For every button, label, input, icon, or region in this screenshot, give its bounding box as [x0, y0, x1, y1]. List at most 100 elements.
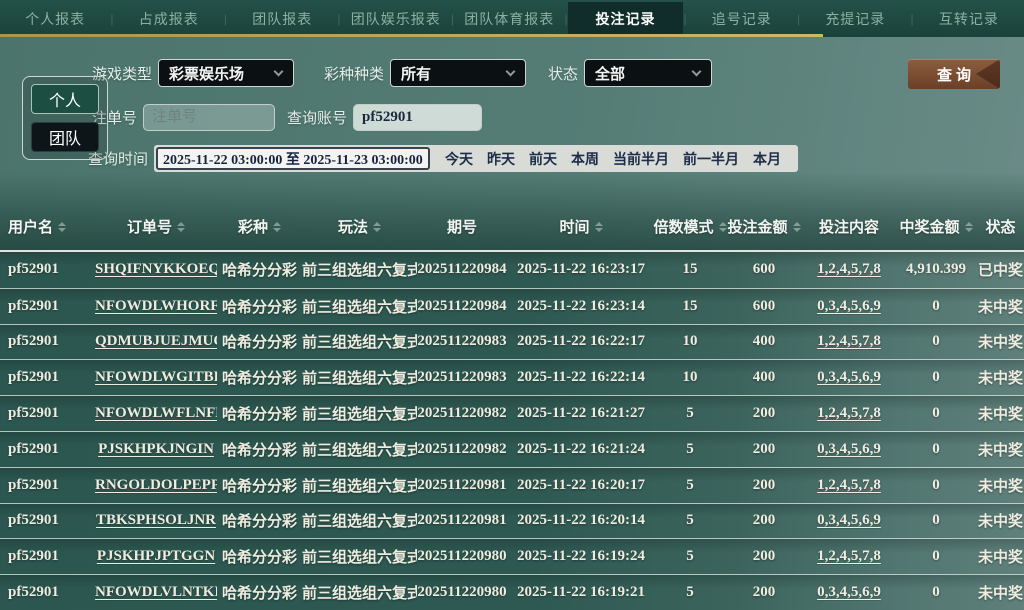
bet-content-link[interactable]: 0,3,4,5,6,9: [803, 512, 895, 529]
bet-content-link[interactable]: 0,3,4,5,6,9: [803, 369, 895, 386]
bet-content-link[interactable]: 1,2,4,5,7,8: [803, 261, 895, 278]
quick-range-button[interactable]: 昨天: [480, 149, 522, 169]
multiplier-cell: 10: [682, 333, 698, 350]
multiplier-cell: 5: [686, 405, 694, 422]
nav-tab[interactable]: 互转记录: [914, 2, 1024, 36]
win-amount-cell: 0: [932, 405, 940, 422]
filter-row-time: 查询时间 今天昨天前天本周当前半月前一半月本月: [0, 145, 1024, 172]
quick-range-button[interactable]: 当前半月: [606, 149, 676, 169]
status-select[interactable]: 全部: [584, 59, 713, 87]
nav-tab[interactable]: 追号记录: [687, 2, 797, 36]
sort-icon[interactable]: [273, 221, 281, 232]
column-label: 玩法: [337, 219, 368, 236]
column-header[interactable]: 中奖金额: [895, 216, 977, 237]
order-link[interactable]: NFOWDLWGITBL: [95, 369, 217, 386]
column-header[interactable]: 倍数模式: [654, 216, 727, 237]
bet-content-link[interactable]: 1,2,4,5,7,8: [803, 333, 895, 350]
column-header[interactable]: 投注内容: [803, 216, 895, 237]
quick-range-button[interactable]: 今天: [438, 149, 480, 169]
scope-personal-button[interactable]: 个人: [31, 84, 99, 114]
date-range-input[interactable]: [156, 147, 431, 170]
lottery-cell: 哈希分分彩: [221, 263, 297, 280]
order-link[interactable]: QDMUBJUEJMUO: [95, 333, 217, 350]
order-link[interactable]: NFOWDLWHORFL: [95, 298, 217, 315]
column-header[interactable]: 投注金额: [725, 216, 803, 237]
status-cell: 已中奖: [977, 263, 1023, 280]
status-cell: 未中奖: [977, 550, 1023, 567]
order-link[interactable]: TBKSPHSOLJNR: [95, 512, 217, 529]
bet-amount-cell: 200: [752, 584, 776, 601]
search-button[interactable]: 查询: [908, 59, 1000, 89]
lottery-category-select[interactable]: 所有: [390, 59, 527, 87]
sort-icon[interactable]: [792, 221, 801, 232]
time-cell: 2025-11-22 16:21:24: [517, 440, 645, 457]
quick-range-button[interactable]: 本周: [564, 149, 606, 169]
play-cell: 前三组选组六复式: [302, 299, 417, 316]
issue-cell: 202511220982: [417, 405, 507, 422]
sort-icon[interactable]: [58, 221, 67, 232]
column-header[interactable]: 时间: [507, 216, 655, 237]
quick-range-button[interactable]: 前天: [522, 149, 564, 169]
multiplier-cell: 5: [686, 584, 694, 601]
bet-amount-cell: 200: [752, 548, 776, 565]
bet-content-link[interactable]: 0,3,4,5,6,9: [803, 298, 895, 315]
issue-cell: 202511220983: [417, 333, 507, 350]
filter-panel: 个人 团队 游戏类型 彩票娱乐场 彩种种类 所有 状态 全部 注单号 查询账号: [0, 37, 1024, 172]
status-cell: 未中奖: [977, 335, 1023, 352]
order-link[interactable]: PJSKHPKJNGIN: [95, 441, 217, 458]
bet-content-link[interactable]: 0,3,4,5,6,9: [803, 584, 895, 601]
bet-content-link[interactable]: 1,2,4,5,7,8: [803, 548, 895, 565]
status-cell: 未中奖: [977, 407, 1023, 424]
table-header-row: 用户名 订单号 彩种 玩法 期号 时间 倍数模式 投注金额 投注内容 中奖金额 状态: [0, 203, 1024, 250]
column-header[interactable]: 玩法: [302, 216, 417, 237]
user-cell: pf52901: [8, 476, 59, 493]
order-link[interactable]: SHQIFNYKKOEQ: [95, 261, 217, 278]
quick-range-button[interactable]: 本月: [746, 149, 788, 169]
lottery-cell: 哈希分分彩: [221, 478, 297, 495]
nav-tab[interactable]: 团队娱乐报表: [341, 2, 451, 36]
query-account-input[interactable]: [353, 104, 483, 131]
sort-icon[interactable]: [177, 221, 185, 232]
quick-range-button[interactable]: 前一半月: [676, 149, 746, 169]
multiplier-cell: 5: [686, 548, 694, 565]
win-amount-cell: 0: [932, 440, 940, 457]
bet-content-link[interactable]: 1,2,4,5,7,8: [803, 405, 895, 422]
game-type-select[interactable]: 彩票娱乐场: [158, 59, 295, 87]
order-link[interactable]: PJSKHPJPTGGN: [95, 548, 217, 565]
column-header[interactable]: 状态: [977, 216, 1024, 237]
issue-cell: 202511220981: [417, 476, 507, 493]
nav-tab[interactable]: 投注记录: [567, 1, 684, 36]
column-header[interactable]: 用户名: [0, 216, 95, 237]
bet-content-link[interactable]: 1,2,4,5,7,8: [803, 477, 895, 494]
scope-team-button[interactable]: 团队: [31, 122, 99, 152]
time-cell: 2025-11-22 16:22:17: [517, 333, 645, 350]
play-cell: 前三组选组六复式: [302, 550, 417, 567]
time-cell: 2025-11-22 16:19:24: [517, 548, 645, 565]
bet-amount-cell: 400: [752, 369, 776, 386]
chevron-down-icon: [273, 66, 284, 77]
sort-icon[interactable]: [594, 221, 603, 232]
nav-tab[interactable]: 团队报表: [227, 2, 337, 36]
betting-records-page: 个人报表 | 占成报表 | 团队报表 | 团队娱乐报表 | 团队体育报表 | 投注记录 | 追号记录 | 充…: [0, 0, 1024, 610]
column-header[interactable]: 彩种: [217, 216, 302, 237]
win-amount-cell: 0: [932, 476, 940, 493]
lottery-cell: 哈希分分彩: [221, 550, 297, 567]
order-no-input[interactable]: [143, 104, 276, 131]
column-header[interactable]: 订单号: [95, 216, 217, 237]
bet-content-link[interactable]: 0,3,4,5,6,9: [803, 441, 895, 458]
order-link[interactable]: NFOWDLWFLNFL: [95, 405, 217, 422]
lottery-cell: 哈希分分彩: [221, 442, 297, 459]
nav-tab[interactable]: 个人报表: [0, 2, 110, 36]
status-cell: 未中奖: [977, 299, 1023, 316]
bet-amount-cell: 200: [752, 512, 776, 529]
nav-tab[interactable]: 团队体育报表: [454, 2, 564, 36]
sort-icon[interactable]: [964, 221, 973, 232]
sort-icon[interactable]: [373, 221, 381, 232]
nav-tab[interactable]: 充提记录: [800, 2, 910, 36]
nav-tab[interactable]: 占成报表: [114, 2, 224, 36]
order-link[interactable]: RNGOLDOLPEPP: [95, 477, 217, 494]
multiplier-cell: 5: [686, 440, 694, 457]
order-link[interactable]: NFOWDLVLNTKL: [95, 584, 217, 601]
column-header[interactable]: 期号: [417, 216, 507, 237]
status-label: 状态: [548, 65, 579, 83]
